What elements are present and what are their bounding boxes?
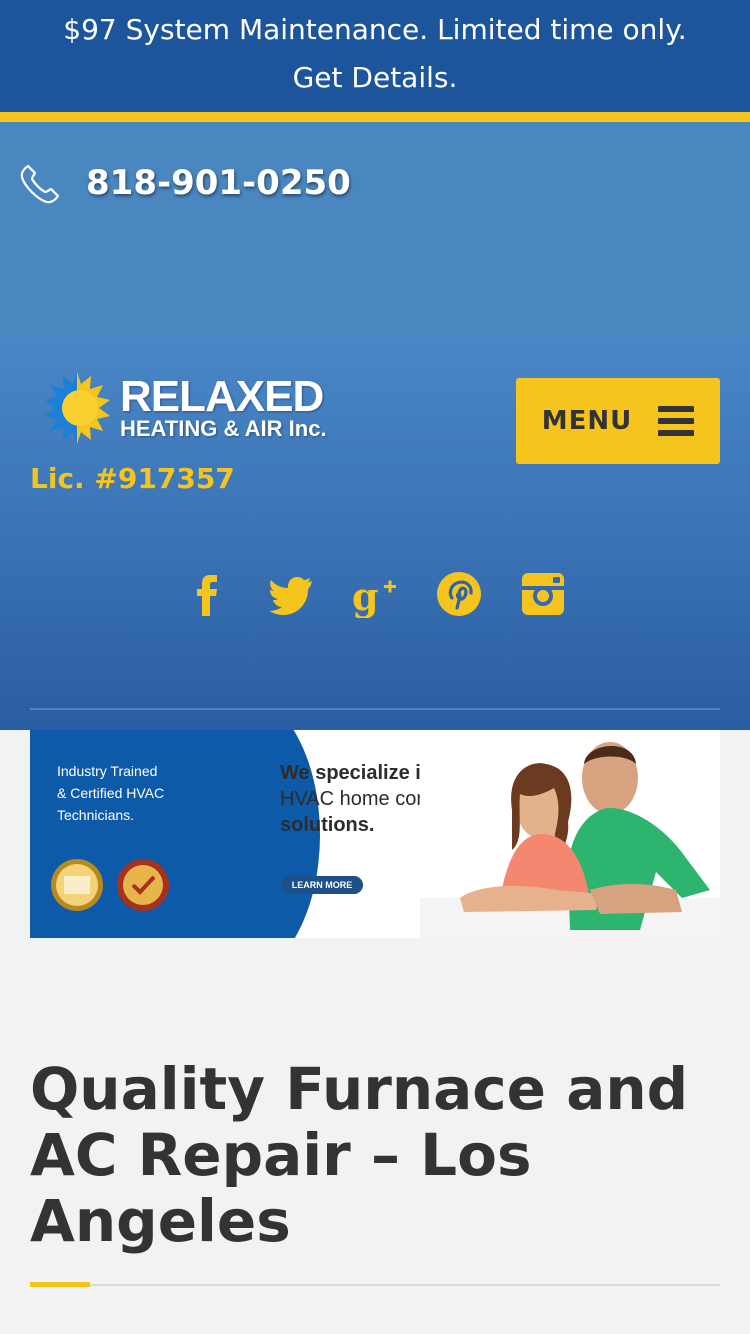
facebook-icon [197,575,217,616]
site-header: RELAXED HEATING & AIR Inc. Lic. #917357 … [0,338,750,730]
promo-text[interactable]: $97 System Maintenance. Limited time onl… [0,6,750,54]
page-title: Quality Furnace and AC Repair – Los Ange… [30,1056,720,1254]
facebook-link[interactable] [183,570,231,618]
social-links: g [0,570,750,619]
promo-bar[interactable]: $97 System Maintenance. Limited time onl… [0,0,750,112]
google-plus-icon: g [352,574,396,619]
phone-link[interactable]: 818-901-0250 [16,158,351,208]
page-title-line3: Angeles [30,1187,291,1255]
svg-text:g: g [352,574,379,618]
logo-name-line2: HEATING & AIR Inc. [120,416,327,441]
quality-seal-icon [51,859,103,911]
hamburger-icon [658,406,695,436]
banner-certification-text: Industry Trained & Certified HVAC Techni… [57,760,164,826]
page-title-line1: Quality Furnace and [30,1055,689,1123]
page-title-line2: AC Repair – Los [30,1121,532,1189]
banner-cert-line2: & Certified HVAC [57,785,165,801]
service-seal-icon [117,859,169,911]
pinterest-link[interactable] [435,570,483,618]
pinterest-icon [437,572,481,616]
menu-label: MENU [541,406,633,436]
instagram-link[interactable] [519,570,567,618]
license-number: Lic. #917357 [30,462,235,495]
twitter-icon [269,577,312,615]
site-logo[interactable]: RELAXED HEATING & AIR Inc. [38,368,327,448]
phone-number[interactable]: 818-901-0250 [86,163,351,203]
logo-wordmark: RELAXED HEATING & AIR Inc. [120,372,327,441]
google-plus-link[interactable]: g [351,570,399,619]
header-divider [30,708,720,710]
twitter-link[interactable] [267,570,315,618]
title-accent-bar [30,1282,90,1287]
instagram-icon [522,573,564,615]
banner-cert-line3: Technicians. [57,807,135,823]
smiling-couple-photo [420,730,720,938]
menu-button[interactable]: MENU [516,378,720,464]
promo-link[interactable]: Get Details. [0,54,750,102]
logo-name-line1: RELAXED [120,372,324,421]
sun-snowflake-logo-icon [44,372,110,444]
phone-bar: 818-901-0250 [0,122,750,338]
accent-divider [0,112,750,122]
banner-cert-line1: Industry Trained [57,763,158,779]
phone-icon [20,164,60,204]
promo-banner[interactable]: Industry Trained & Certified HVAC Techni… [30,730,720,938]
learn-more-button[interactable]: LEARN MORE [281,876,363,894]
title-divider [30,1284,720,1286]
